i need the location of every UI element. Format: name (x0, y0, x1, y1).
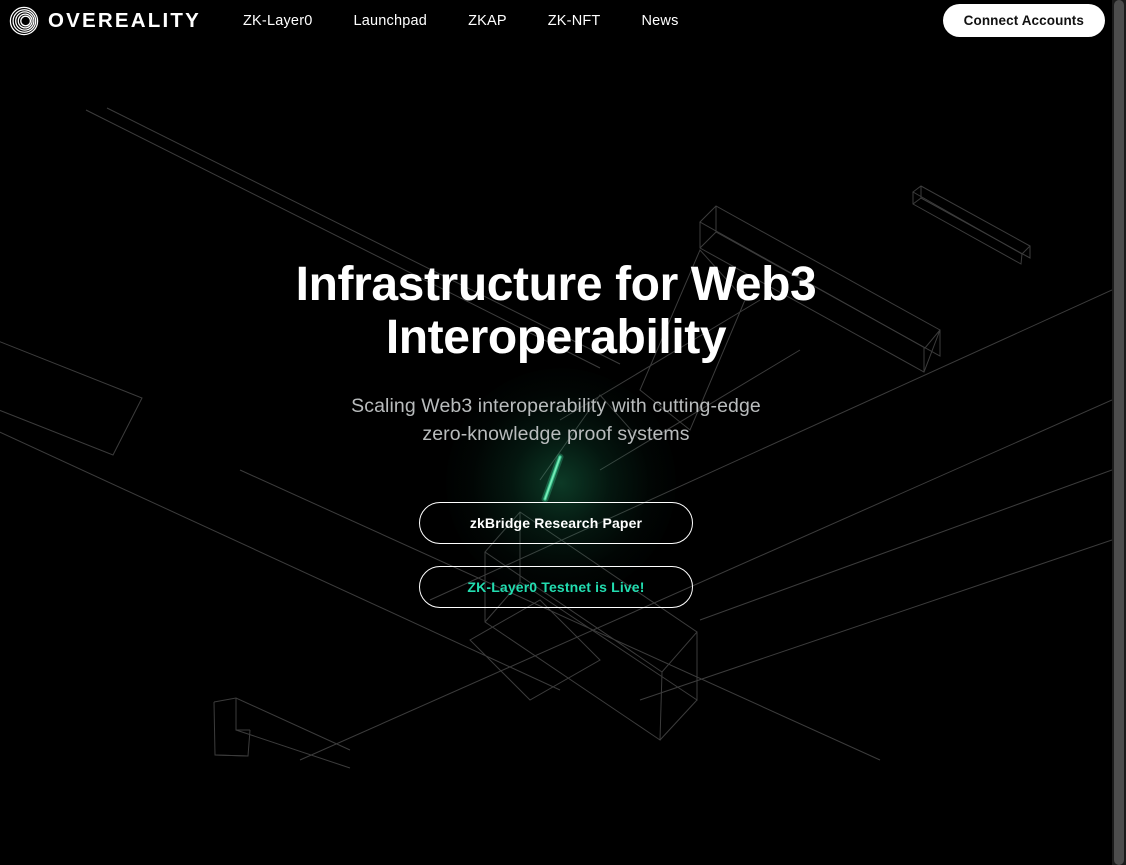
hero-title-line-1: Infrastructure for Web3 (295, 258, 817, 311)
nav-item-zk-nft[interactable]: ZK-NFT (548, 7, 601, 35)
brand-name: OVEREALITY (48, 8, 201, 32)
nav-item-launchpad[interactable]: Launchpad (354, 7, 428, 35)
scrollbar-thumb[interactable] (1114, 0, 1124, 865)
page-viewport: OVEREALITY ZK-Layer0 Launchpad ZKAP ZK-N… (0, 0, 1112, 865)
concentric-rings-spiral-icon (9, 6, 39, 35)
hero-subtitle-line-2: zero-knowledge proof systems (422, 423, 690, 445)
hero-subtitle-line-1: Scaling Web3 interoperability with cutti… (351, 395, 761, 417)
vertical-scrollbar[interactable] (1112, 0, 1126, 865)
page-root: OVEREALITY ZK-Layer0 Launchpad ZKAP ZK-N… (0, 0, 1126, 865)
hero-title-line-2: Interoperability (385, 311, 727, 364)
page-title: Infrastructure for Web3 Interoperability (206, 258, 906, 364)
hero-section: Infrastructure for Web3 Interoperability… (0, 0, 1112, 865)
hero-subtitle: Scaling Web3 interoperability with cutti… (276, 392, 836, 448)
zkbridge-research-paper-button[interactable]: zkBridge Research Paper (419, 502, 693, 544)
site-header: OVEREALITY ZK-Layer0 Launchpad ZKAP ZK-N… (0, 0, 1112, 41)
brand-logo[interactable]: OVEREALITY (9, 6, 201, 36)
connect-accounts-button[interactable]: Connect Accounts (942, 4, 1105, 37)
nav-item-news[interactable]: News (642, 7, 679, 35)
main-navigation: ZK-Layer0 Launchpad ZKAP ZK-NFT News (243, 7, 720, 35)
nav-item-zk-layer0[interactable]: ZK-Layer0 (243, 7, 313, 35)
nav-item-zkap[interactable]: ZKAP (468, 7, 507, 35)
zk-layer0-testnet-live-button[interactable]: ZK-Layer0 Testnet is Live! (419, 566, 693, 608)
